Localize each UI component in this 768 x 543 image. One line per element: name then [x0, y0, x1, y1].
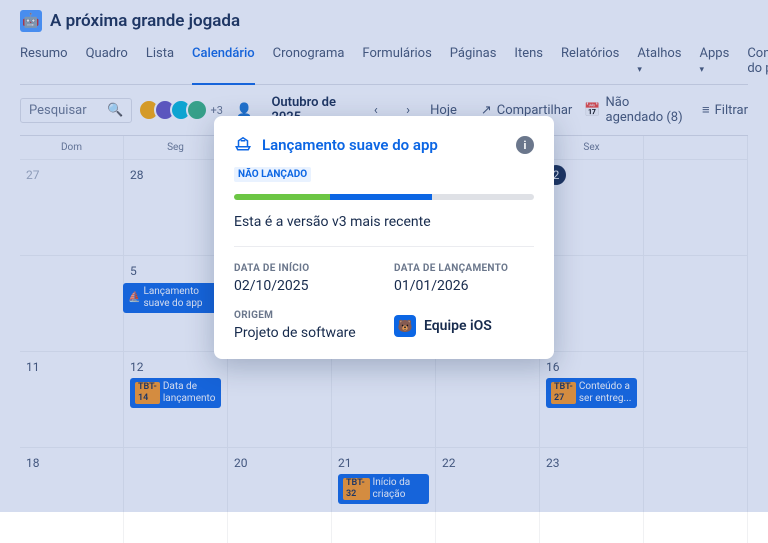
calendar-cell[interactable]	[332, 351, 436, 447]
tab-itens[interactable]: Itens	[514, 40, 543, 84]
calendar-cell[interactable]: 18	[20, 447, 124, 543]
tab-lista[interactable]: Lista	[146, 40, 174, 84]
tab-calendário[interactable]: Calendário	[192, 40, 255, 85]
ship-icon: ⛵	[128, 292, 140, 304]
release-date-value: 01/01/2026	[394, 278, 534, 294]
search-input[interactable]: Pesquisar 🔍	[20, 98, 132, 123]
day-header	[644, 136, 748, 159]
project-icon: 🤖	[20, 10, 42, 32]
tab-atalhos[interactable]: Atalhos ▾	[637, 40, 681, 84]
tab-cronograma[interactable]: Cronograma	[273, 40, 345, 84]
info-icon[interactable]: i	[516, 136, 534, 154]
team-link[interactable]: 🐻 Equipe iOS	[394, 310, 534, 341]
calendar-icon: 📅	[584, 103, 600, 118]
calendar-cell[interactable]: 9	[540, 255, 644, 351]
tab-configurações-do-projeto[interactable]: Configurações do projeto	[747, 40, 768, 84]
project-title: A próxima grande jogada	[50, 11, 240, 31]
tab-formulários[interactable]: Formulários	[362, 40, 431, 84]
calendar-cell[interactable]	[20, 255, 124, 351]
team-name: Equipe iOS	[424, 318, 492, 334]
calendar-cell[interactable]: 16TBT-27Conteúdo a ser entreg...	[540, 351, 644, 447]
calendar-cell[interactable]: 2	[540, 159, 644, 255]
ship-icon	[234, 134, 252, 156]
calendar-cell[interactable]	[644, 159, 748, 255]
view-tabs: Resumo Quadro Lista Calendário Cronograma For…	[20, 40, 748, 85]
calendar-cell[interactable]	[644, 351, 748, 447]
calendar-cell[interactable]: 22	[436, 447, 540, 543]
start-date-label: DATA DE INÍCIO	[234, 263, 374, 274]
calendar-cell[interactable]: 28	[124, 159, 228, 255]
calendar-cell[interactable]	[436, 351, 540, 447]
calendar-cell[interactable]: 5⛵Lançamento suave do app	[124, 255, 228, 351]
calendar-cell[interactable]: 21TBT-32Início da criação	[332, 447, 436, 543]
tab-resumo[interactable]: Resumo	[20, 40, 68, 84]
popover-title[interactable]: Lançamento suave do app	[262, 136, 506, 154]
filter-button[interactable]: ≡Filtrar	[702, 102, 748, 118]
day-header: Seg	[124, 136, 228, 159]
calendar-cell[interactable]: 20	[228, 447, 332, 543]
calendar-cell[interactable]: 12TBT-14Data de lançamento	[124, 351, 228, 447]
origin-label: ORIGEM	[234, 310, 374, 321]
release-date-label: DATA DE LANÇAMENTO	[394, 263, 534, 274]
calendar-cell[interactable]	[228, 351, 332, 447]
status-badge: NÃO LANÇADO	[234, 167, 311, 182]
origin-value: Projeto de software	[234, 325, 374, 341]
calendar-cell[interactable]	[644, 447, 748, 543]
tab-páginas[interactable]: Páginas	[450, 40, 497, 84]
event-tbt14[interactable]: TBT-14Data de lançamento	[130, 378, 221, 408]
day-header: Sex	[540, 136, 644, 159]
day-header: Dom	[20, 136, 124, 159]
tab-apps[interactable]: Apps ▾	[700, 40, 730, 84]
assignee-avatars[interactable]: +3	[144, 99, 222, 121]
popover-description: Esta é a versão v3 mais recente	[234, 214, 534, 230]
calendar-cell[interactable]: 23	[540, 447, 644, 543]
progress-bar	[234, 194, 534, 200]
calendar-cell[interactable]: 27	[20, 159, 124, 255]
unscheduled-button[interactable]: 📅Não agendado (8)	[584, 95, 690, 125]
calendar-cell[interactable]: 11	[20, 351, 124, 447]
release-popover: Lançamento suave do app i NÃO LANÇADO Es…	[214, 116, 554, 359]
start-date-value: 02/10/2025	[234, 278, 374, 294]
tab-quadro[interactable]: Quadro	[86, 40, 128, 84]
event-launch[interactable]: ⛵Lançamento suave do app	[123, 283, 223, 313]
calendar-cell[interactable]	[124, 447, 228, 543]
team-icon: 🐻	[394, 315, 416, 337]
calendar-cell[interactable]	[644, 255, 748, 351]
filter-icon: ≡	[702, 102, 710, 118]
event-tbt27[interactable]: TBT-27Conteúdo a ser entreg...	[546, 378, 637, 408]
event-tbt32[interactable]: TBT-32Início da criação	[338, 474, 429, 504]
tab-relatórios[interactable]: Relatórios	[561, 40, 619, 84]
search-icon: 🔍	[107, 103, 123, 118]
